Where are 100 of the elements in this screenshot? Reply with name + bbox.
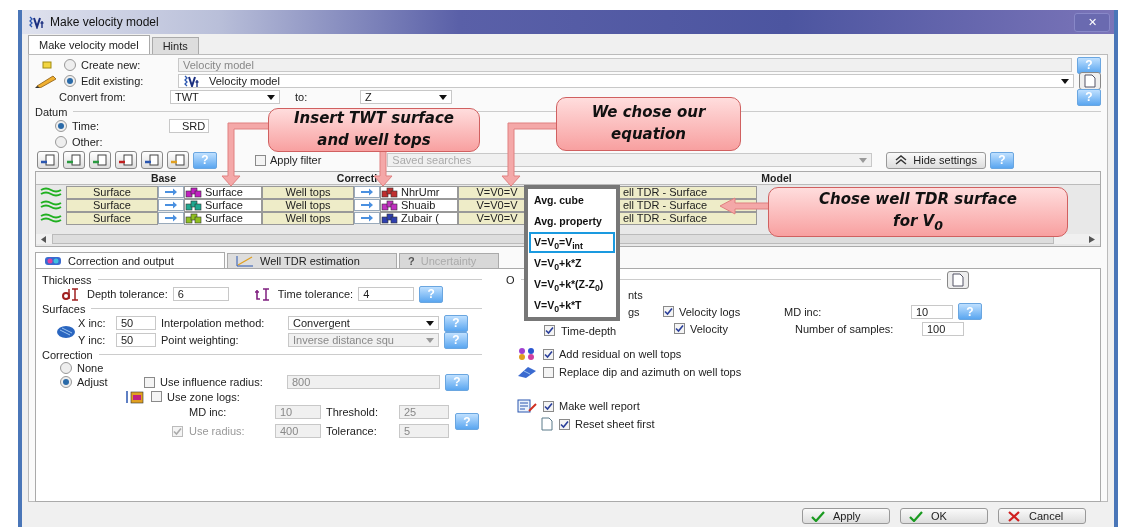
datum-field[interactable]: SRD xyxy=(169,119,209,133)
table-cell[interactable]: Surface xyxy=(66,185,158,199)
toolbar-button[interactable] xyxy=(141,151,163,169)
tab[interactable]: Make velocity model xyxy=(28,35,150,54)
caret-icon xyxy=(426,320,434,326)
caret-icon xyxy=(267,94,275,100)
depth-field[interactable]: 6 xyxy=(172,287,229,301)
checkbox[interactable] xyxy=(663,306,674,317)
column-header: Model xyxy=(760,172,793,184)
filter-label: Apply filter xyxy=(270,154,322,166)
dialog-button[interactable]: Cancel xyxy=(998,508,1086,524)
checkbox[interactable] xyxy=(543,348,554,360)
arrow-button[interactable] xyxy=(354,212,380,224)
caret-icon xyxy=(426,337,434,343)
checkbox[interactable] xyxy=(543,366,554,378)
list-icon xyxy=(170,154,186,166)
new-document-button[interactable] xyxy=(1079,72,1101,90)
tab[interactable]: Correction and output xyxy=(35,252,225,268)
radio-button[interactable] xyxy=(55,120,67,132)
checkbox[interactable] xyxy=(543,400,554,412)
document-icon xyxy=(1084,74,1096,88)
list-icon xyxy=(92,154,108,166)
toolbar-button[interactable] xyxy=(89,151,111,169)
checkbox[interactable] xyxy=(144,376,155,388)
toolbar-button[interactable] xyxy=(63,151,85,169)
check-icon xyxy=(811,510,825,522)
radio-button[interactable] xyxy=(60,376,72,388)
wave-icon xyxy=(40,187,62,197)
option-label: Time: xyxy=(72,120,101,132)
checkbox-label: Reset sheet first xyxy=(575,418,655,430)
option-label: nts xyxy=(628,288,643,301)
scroll-left-icon[interactable] xyxy=(41,235,47,243)
option-label: None xyxy=(77,362,104,374)
radio-button[interactable] xyxy=(64,75,76,87)
toolbar-button[interactable] xyxy=(115,151,137,169)
from-dropdown[interactable]: TWT xyxy=(170,90,280,104)
checkbox[interactable] xyxy=(674,323,685,334)
model-dropdown[interactable]: Velocity model xyxy=(178,74,1074,88)
menu-item[interactable]: V=V$_{0}$+k*T xyxy=(529,295,615,316)
toolbar-button[interactable] xyxy=(167,151,189,169)
menu-item[interactable]: V=V$_{0}$+k*(Z-Z$_{0}$) xyxy=(529,274,615,295)
menu-item[interactable]: V=V$_{0}$+k*Z xyxy=(529,253,615,274)
velocity-icon xyxy=(183,75,201,87)
y-inc-field[interactable]: 50 xyxy=(116,333,156,347)
list-icon xyxy=(66,154,82,166)
callout-arrow xyxy=(221,122,271,187)
velocity-icon xyxy=(28,15,46,29)
callout-arrow xyxy=(501,122,559,187)
checkbox[interactable] xyxy=(151,391,162,402)
dialog-button[interactable]: OK xyxy=(900,508,988,524)
field-label: MD inc: xyxy=(784,305,823,318)
to-dropdown[interactable]: Z xyxy=(360,90,452,104)
toolbar-button[interactable] xyxy=(37,151,59,169)
checkbox-label: Velocity xyxy=(690,322,729,335)
arrow-button[interactable] xyxy=(158,186,184,198)
list-icon xyxy=(40,154,56,166)
checkbox-label: Replace dip and azimuth on well tops xyxy=(559,366,742,378)
radio-button[interactable] xyxy=(64,59,76,71)
arrow-icon xyxy=(360,214,374,222)
dip-icon xyxy=(516,365,538,379)
arrow-button[interactable] xyxy=(158,212,184,224)
checkbox[interactable] xyxy=(172,425,183,437)
arrow-icon xyxy=(164,214,178,222)
arrow-icon xyxy=(360,201,374,209)
arrow-button[interactable] xyxy=(158,199,184,211)
checkbox[interactable] xyxy=(559,418,570,430)
document-button[interactable] xyxy=(946,270,969,289)
arrow-button[interactable] xyxy=(354,199,380,211)
hide-settings-button[interactable]: Hide settings xyxy=(886,151,986,169)
arrow-button[interactable] xyxy=(354,186,380,198)
option-label: gs xyxy=(628,305,641,318)
field-label: Y inc: xyxy=(78,334,107,346)
chevron-icon xyxy=(895,155,908,165)
x-inc-field[interactable]: 50 xyxy=(116,316,156,330)
callout-box: We chose our equation xyxy=(556,97,741,151)
dialog-button[interactable]: Apply xyxy=(802,508,890,524)
interpolation-dropdown[interactable]: Convergent xyxy=(288,316,439,330)
time-field[interactable]: 4 xyxy=(358,287,415,301)
tab[interactable]: Well TDR estimation xyxy=(227,253,397,268)
close-button[interactable]: ✕ xyxy=(1074,12,1110,32)
samples-field[interactable]: 100 xyxy=(922,321,964,336)
wave-icon xyxy=(40,213,62,223)
field-label: Threshold: xyxy=(326,406,379,418)
wave-icon xyxy=(40,200,62,210)
option-label: Other: xyxy=(72,136,104,148)
menu-item[interactable]: V=V$_{0}$=V$_{int}$ xyxy=(529,232,615,253)
md-inc-field[interactable]: 10 xyxy=(911,304,953,319)
checkbox[interactable] xyxy=(255,154,266,166)
column-header: Correcti xyxy=(335,172,379,184)
checkbox-label: Use influence radius: xyxy=(160,376,264,388)
table-cell[interactable]: Surface xyxy=(184,185,262,199)
table-cell[interactable]: Well tops xyxy=(262,185,354,199)
checkbox-label: Use radius: xyxy=(189,425,246,437)
radio-button[interactable] xyxy=(60,362,72,374)
radio-button[interactable] xyxy=(55,136,67,148)
list-icon xyxy=(144,154,160,166)
table-cell[interactable]: NhrUmr xyxy=(380,185,458,199)
checkbox[interactable] xyxy=(544,325,555,336)
tab[interactable]: Hints xyxy=(151,37,199,54)
scroll-right-icon[interactable] xyxy=(1089,235,1095,243)
